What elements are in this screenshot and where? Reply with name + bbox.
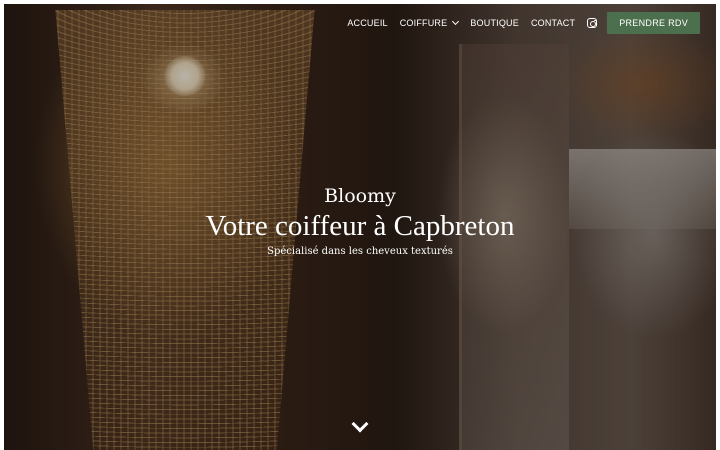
hero-text: Bloomy Votre coiffeur à Capbreton Spécia…: [4, 184, 716, 259]
hero-tagline: Spécialisé dans les cheveux texturés: [267, 246, 453, 257]
nav-item-label: ACCUEIL: [347, 18, 388, 28]
nav-item-coiffure[interactable]: COIFFURE: [399, 17, 460, 28]
nav-item-boutique[interactable]: BOUTIQUE: [470, 18, 519, 28]
main-nav: ACCUEIL COIFFURE BOUTIQUE CONTACT PRENDR…: [347, 12, 700, 34]
hero-headline: Votre coiffeur à Capbreton: [205, 210, 515, 242]
hero-section: ACCUEIL COIFFURE BOUTIQUE CONTACT PRENDR…: [4, 4, 716, 450]
chevron-down-icon: [452, 17, 460, 26]
book-appointment-button[interactable]: PRENDRE RDV: [607, 12, 700, 34]
nav-item-label: COIFFURE: [399, 18, 448, 28]
instagram-icon[interactable]: [587, 18, 598, 28]
brand-name: Bloomy: [324, 185, 396, 207]
nav-item-accueil[interactable]: ACCUEIL: [347, 18, 387, 28]
nav-item-contact[interactable]: CONTACT: [531, 18, 575, 28]
nav-item-label: BOUTIQUE: [470, 18, 519, 28]
cta-label: PRENDRE RDV: [619, 18, 688, 28]
nav-item-label: CONTACT: [530, 18, 576, 28]
